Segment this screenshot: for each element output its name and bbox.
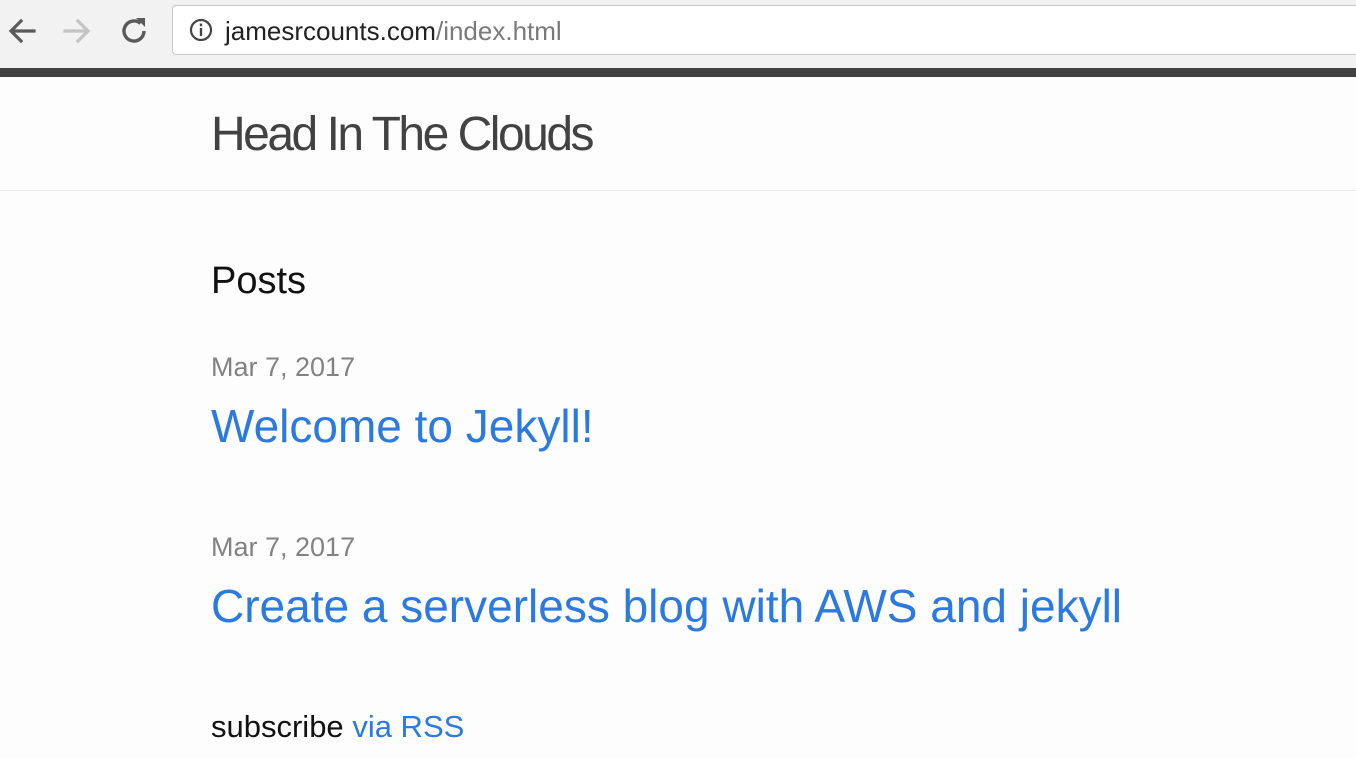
reload-icon — [122, 18, 146, 43]
site-header: Head In The Clouds — [0, 77, 1356, 191]
post-date: Mar 7, 2017 — [211, 532, 356, 562]
arrow-right-icon — [63, 18, 91, 44]
post-date: Mar 7, 2017 — [211, 352, 356, 382]
subscribe-line: subscribe via RSS — [211, 709, 464, 745]
site-title-link[interactable]: Head In The Clouds — [211, 107, 595, 163]
toolbar-divider — [0, 68, 1356, 77]
address-bar[interactable]: jamesrcounts.com/index.html — [172, 5, 1356, 55]
back-button[interactable] — [2, 11, 42, 51]
url-path: /index.html — [435, 16, 562, 46]
info-circle-icon[interactable] — [189, 18, 213, 42]
forward-button[interactable] — [57, 11, 97, 51]
post-title-link[interactable]: Create a serverless blog with AWS and je… — [211, 579, 1122, 633]
arrow-left-icon — [8, 18, 36, 44]
post-title-link[interactable]: Welcome to Jekyll! — [211, 399, 594, 453]
url-host: jamesrcounts.com — [225, 16, 436, 46]
rss-link[interactable]: via RSS — [352, 709, 464, 744]
posts-heading: Posts — [211, 260, 307, 302]
reload-button[interactable] — [114, 11, 154, 51]
browser-toolbar: jamesrcounts.com/index.html — [0, 0, 1356, 68]
subscribe-text: subscribe — [211, 709, 344, 744]
url-text[interactable]: jamesrcounts.com/index.html — [225, 17, 562, 45]
